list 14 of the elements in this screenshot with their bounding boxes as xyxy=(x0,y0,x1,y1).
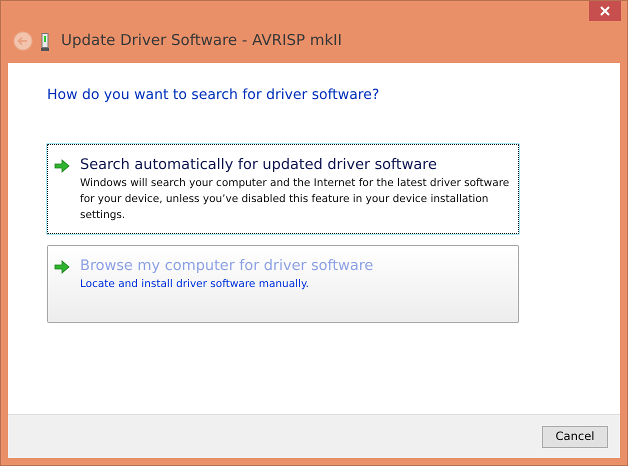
option-button[interactable] xyxy=(47,144,519,234)
option-title: Browse my computer for driver software xyxy=(80,257,374,276)
dialog-heading: How do you want to search for driver software? xyxy=(47,86,380,105)
option-title: Search automatically for updated driver software xyxy=(80,156,438,175)
option-description: Windows will search your computer and the Internet for the latest driver software for your device, unless you’ve disabled this feature in your device installation settings. xyxy=(80,176,510,223)
option-button[interactable]: Browse my computer for driver software Locate and install driver software manually. xyxy=(47,245,519,323)
cancel-button[interactable]: Cancel xyxy=(542,426,608,448)
close-button[interactable] xyxy=(589,1,621,21)
option-description: Locate and install driver software manually. xyxy=(80,277,310,292)
close-icon xyxy=(600,6,610,16)
window-title: Update Driver Software - AVRISP mkII xyxy=(61,30,342,50)
arrow-icon xyxy=(54,260,70,274)
arrow-icon xyxy=(54,159,70,173)
usb-device-icon xyxy=(41,33,49,51)
